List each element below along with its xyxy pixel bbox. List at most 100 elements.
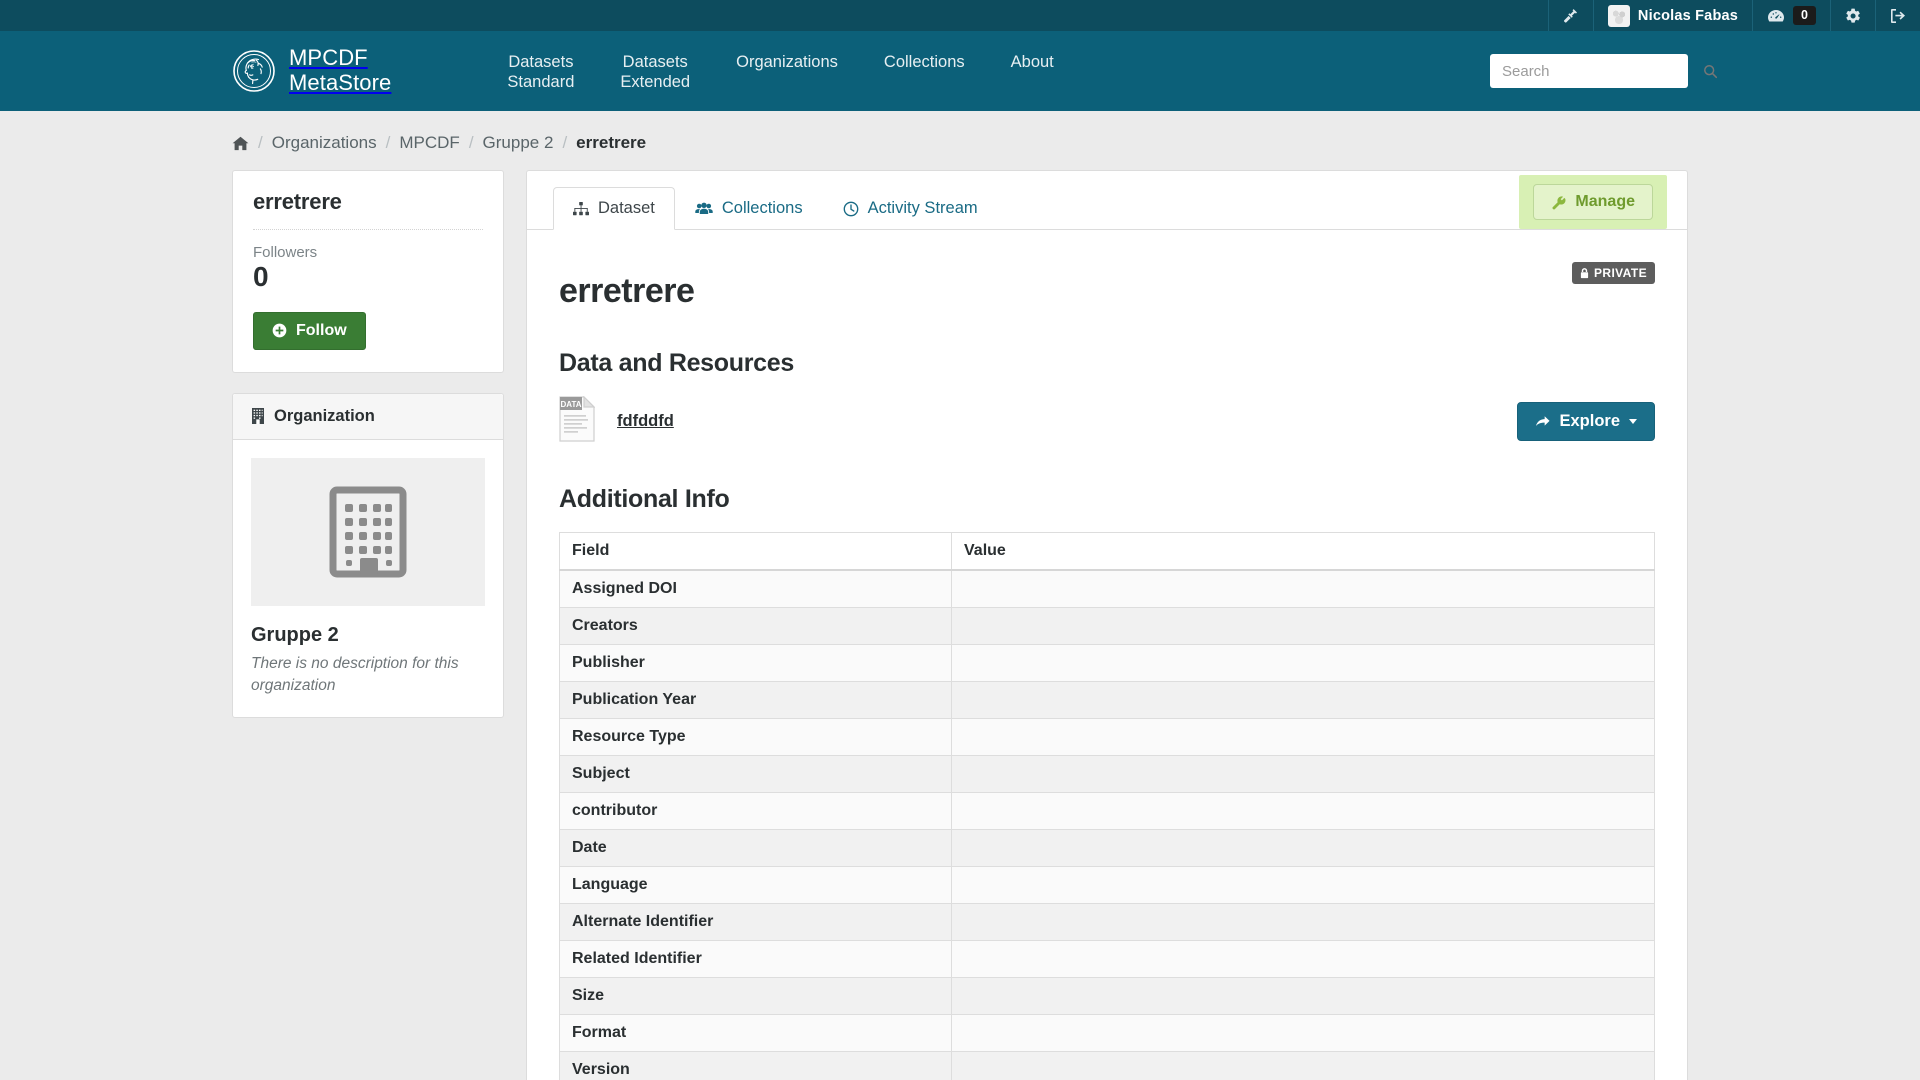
content-tabs: Dataset Collections Activity Stream Mana… [527,171,1687,230]
manage-button-label: Manage [1575,193,1635,210]
settings-link[interactable] [1830,0,1875,31]
brand-line1: MPCDF [289,45,368,71]
breadcrumb-home-link[interactable] [232,136,249,151]
resource-name-link[interactable]: fdfddfd [617,412,1517,431]
breadcrumb-separator: / [468,133,474,152]
table-row: Version [559,1051,1655,1080]
minerva-head-logo-icon [232,49,276,93]
building-icon [251,408,265,425]
nav-about[interactable]: About [988,52,1077,72]
table-row: Alternate Identifier [559,903,1655,941]
dataset-body: erretrere PRIVATE Data and Resources DAT… [527,230,1687,1080]
tab-label: Activity Stream [867,199,978,217]
manage-button-highlight: Manage [1519,175,1667,229]
table-cell-value [951,977,1655,1015]
wrench-icon [1551,195,1566,210]
table-cell-value [951,569,1655,608]
table-cell-field: Publisher [559,644,952,682]
table-row: Publisher [559,644,1655,682]
explore-button-label: Explore [1559,412,1620,430]
search-submit-button[interactable] [1703,64,1718,79]
gear-icon [1845,8,1861,24]
main-navigation: Datasets Standard Datasets Extended Orga… [484,50,1076,92]
search-input[interactable] [1500,61,1703,81]
additional-info-table: Field Value Assigned DOI Creators Publis… [559,532,1655,1080]
followers-label: Followers [253,244,318,261]
table-cell-field: Format [559,1014,952,1052]
nav-sublabel: Extended [620,73,691,91]
chevron-down-icon [1629,419,1637,424]
additional-info-heading: Additional Info [559,485,730,513]
tab-collections[interactable]: Collections [675,187,823,230]
table-cell-field: contributor [559,792,952,830]
breadcrumb-separator: / [562,133,568,152]
table-cell-field: Subject [559,755,952,793]
table-header-value: Value [951,532,1655,571]
table-cell-field: Resource Type [559,718,952,756]
breadcrumb-item-gruppe-2[interactable]: Gruppe 2 [483,133,554,153]
organization-module-title: Organization [274,406,375,425]
table-row: contributor [559,792,1655,830]
brand-line2: MetaStore [289,70,392,95]
lock-icon [1580,267,1589,279]
tab-dataset[interactable]: Dataset [553,187,675,230]
organization-description: There is no description for this organiz… [251,654,459,694]
breadcrumb-current: erretrere [576,133,647,152]
tab-label: Collections [721,199,803,217]
dashboard-icon [1767,8,1785,24]
breadcrumb-item-organizations[interactable]: Organizations [272,133,377,153]
table-cell-value [951,829,1655,867]
site-logo-link[interactable]: MPCDF MetaStore [232,45,392,96]
tab-activity-stream[interactable]: Activity Stream [823,187,998,230]
table-cell-value [951,755,1655,793]
share-arrow-icon [1535,415,1550,429]
dashboard-link[interactable]: 0 [1752,0,1830,31]
dataset-summary-module: erretrere Followers 0 Follow [232,170,504,373]
resource-item[interactable]: DATA fdfddfd Explore [559,395,1655,447]
breadcrumb-item-mpcdf[interactable]: MPCDF [399,133,459,153]
manage-button[interactable]: Manage [1533,184,1653,220]
breadcrumb: / Organizations / MPCDF / Gruppe 2 / err… [232,133,1688,153]
tab-label: Dataset [598,199,655,217]
table-header-row: Field Value [559,532,1655,571]
nav-collections[interactable]: Collections [861,52,988,72]
organization-module-header: Organization [233,393,503,440]
table-cell-value [951,903,1655,941]
table-cell-value [951,681,1655,719]
building-placeholder-icon [325,482,411,582]
table-row: Language [559,866,1655,904]
followers-count: 0 [253,261,269,292]
sysadmin-settings-link[interactable] [1547,0,1593,31]
table-cell-value [951,792,1655,830]
breadcrumb-separator: / [258,133,263,152]
logout-link[interactable] [1875,0,1920,31]
nav-label: Datasets [508,53,574,71]
table-row: Creators [559,607,1655,645]
sidebar: erretrere Followers 0 Follow Organizatio… [232,170,504,738]
organization-image-placeholder [251,457,485,606]
home-icon [232,136,249,151]
svg-text:DATA: DATA [560,400,581,409]
follow-button[interactable]: Follow [253,311,366,350]
notification-count-badge: 0 [1793,6,1816,25]
user-profile-link[interactable]: Nicolas Fabas [1592,0,1752,31]
table-cell-value [951,1051,1655,1080]
divider [253,229,483,230]
sidebar-dataset-title: erretrere [253,189,342,214]
nav-datasets-extended[interactable]: Datasets Extended [597,52,713,92]
username-label: Nicolas Fabas [1637,7,1739,24]
nav-label: Datasets [622,53,688,71]
nav-organizations[interactable]: Organizations [713,52,861,72]
nav-datasets-standard[interactable]: Datasets Standard [484,52,597,92]
table-cell-value [951,607,1655,645]
table-row: Size [559,977,1655,1015]
table-cell-value [951,718,1655,756]
table-cell-value [951,644,1655,682]
table-row: Date [559,829,1655,867]
breadcrumb-separator: / [385,133,391,152]
table-cell-value [951,866,1655,904]
main-content-panel: Dataset Collections Activity Stream Mana… [526,170,1688,1080]
nav-sublabel: Standard [507,73,575,91]
explore-button[interactable]: Explore [1517,402,1655,441]
table-header-field: Field [559,532,952,571]
